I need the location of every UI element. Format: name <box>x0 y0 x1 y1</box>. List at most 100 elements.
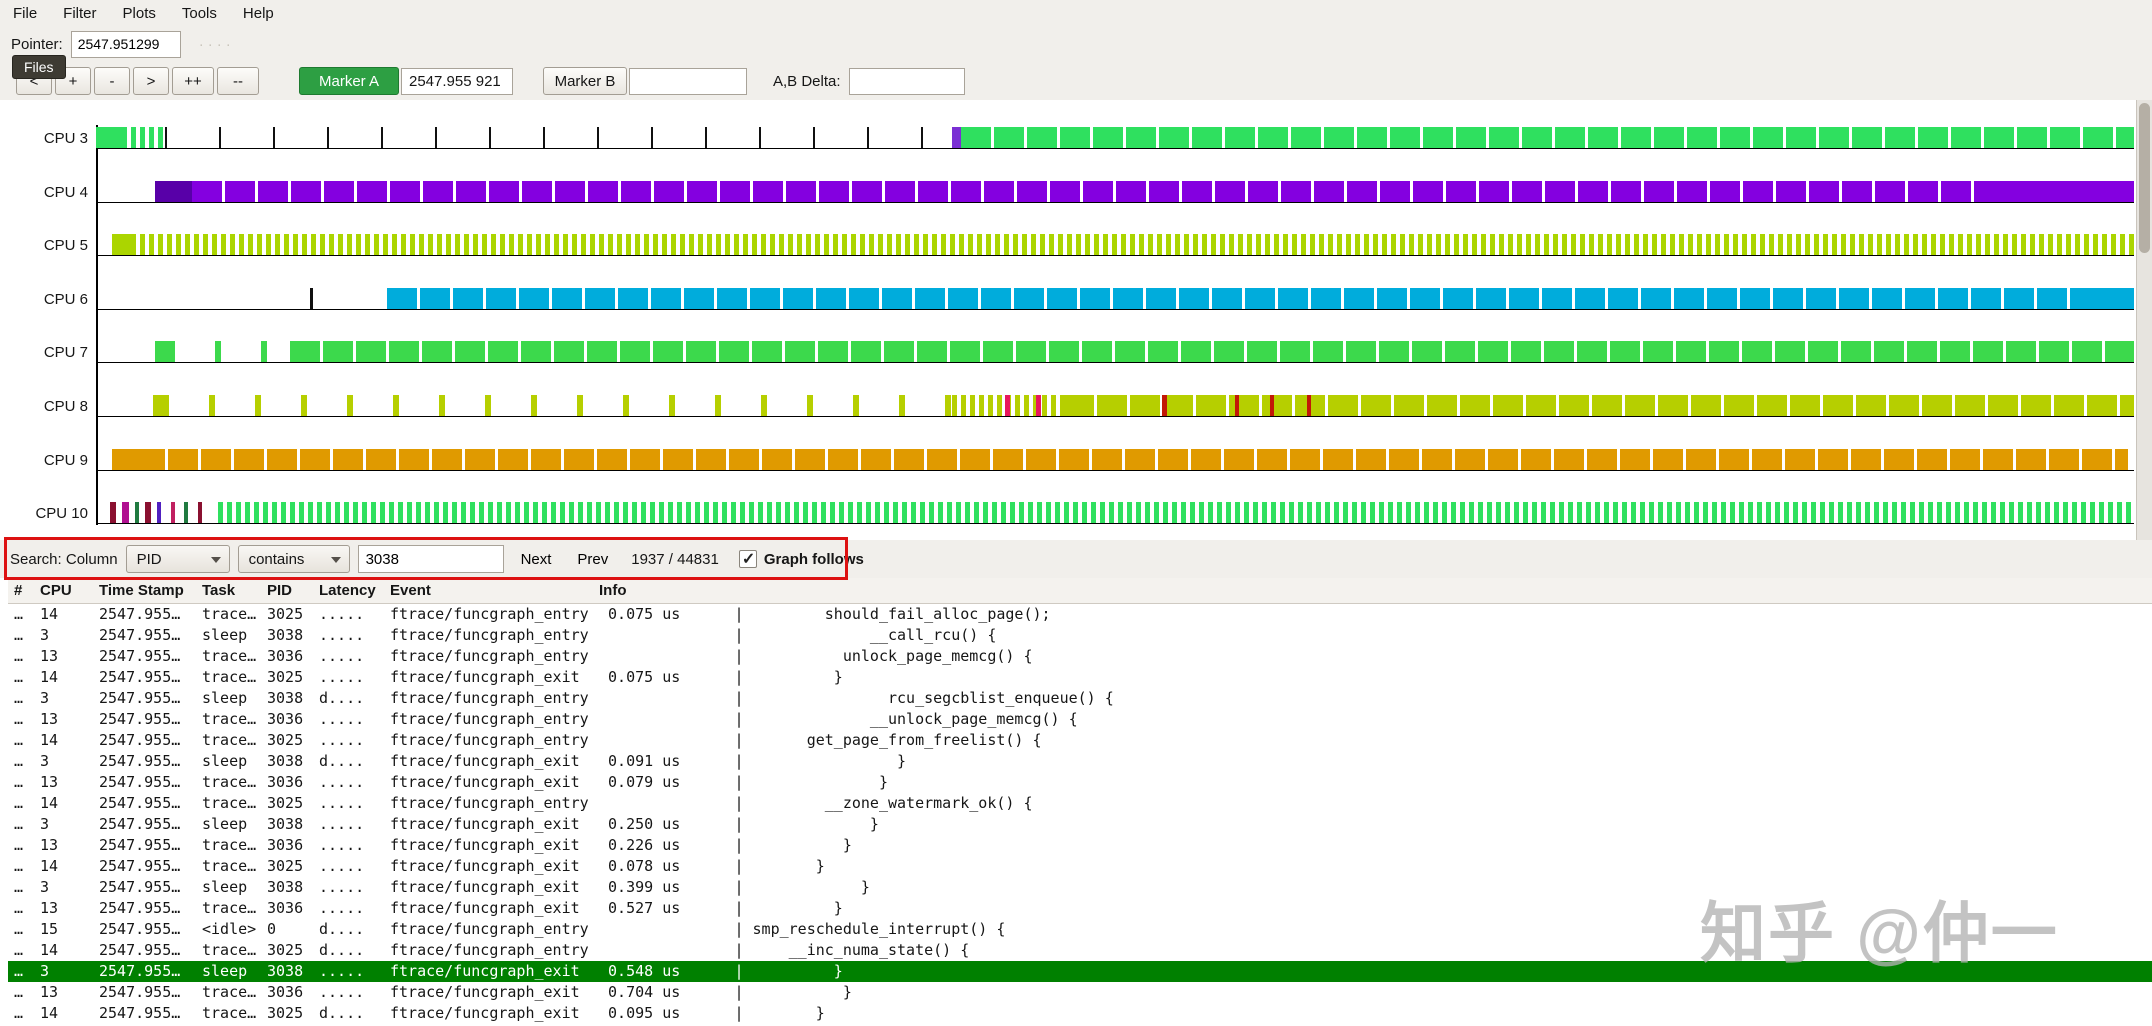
marker-b-button[interactable]: Marker B <box>543 67 627 95</box>
graph-follows-checkbox[interactable] <box>739 550 757 568</box>
graph-scrollbar-thumb[interactable] <box>2139 103 2150 253</box>
column-header-task[interactable]: Task <box>196 578 261 603</box>
pointer-label: Pointer: <box>11 36 63 53</box>
column-header-event[interactable]: Event <box>384 578 593 603</box>
toolbar: <+->++-- Marker A 2547.955 921 Marker B … <box>0 62 2152 100</box>
table-row[interactable]: …142547.955…trace…3025.....ftrace/funcgr… <box>8 856 2152 877</box>
column-header-pid[interactable]: PID <box>261 578 313 603</box>
menu-item-filter[interactable]: Filter <box>50 0 109 26</box>
cpu-bar-segment <box>2002 181 2134 202</box>
table-row[interactable]: …32547.955…sleep3038.....ftrace/funcgrap… <box>8 961 2152 982</box>
cell-cpu: 3 <box>34 688 93 709</box>
cell-event: ftrace/funcgraph_exit <box>384 961 593 982</box>
cell-pid: 3025 <box>261 730 313 751</box>
cpu-label: CPU 4 <box>0 183 88 203</box>
cell-task: trace… <box>196 898 261 919</box>
search-input[interactable] <box>358 545 504 573</box>
column-header-[interactable]: # <box>8 578 34 603</box>
cpu-track-cpu-6[interactable] <box>96 288 2134 309</box>
table-row[interactable]: …142547.955…trace…3025.....ftrace/funcgr… <box>8 793 2152 814</box>
cpu-bar-segment <box>952 127 961 148</box>
cpu-baseline <box>96 255 2134 256</box>
cell-timestamp: 2547.955… <box>93 898 196 919</box>
column-header-latency[interactable]: Latency <box>313 578 384 603</box>
table-row[interactable]: …32547.955…sleep3038.....ftrace/funcgrap… <box>8 877 2152 898</box>
cpu-graph[interactable]: CPU 3CPU 4CPU 5CPU 6CPU 7CPU 8CPU 9CPU 1… <box>0 100 2152 540</box>
cpu-bar-segment <box>131 234 2134 255</box>
cell-timestamp: 2547.955… <box>93 982 196 1003</box>
table-row[interactable]: …32547.955…sleep3038.....ftrace/funcgrap… <box>8 625 2152 646</box>
table-row[interactable]: …32547.955…sleep3038d....ftrace/funcgrap… <box>8 688 2152 709</box>
table-row[interactable]: …32547.955…sleep3038.....ftrace/funcgrap… <box>8 814 2152 835</box>
cell-info: 0.079 us | } <box>593 772 2152 793</box>
cell-latency: ..... <box>313 835 384 856</box>
column-header-cpu[interactable]: CPU <box>34 578 93 603</box>
menu-item-tools[interactable]: Tools <box>169 0 230 26</box>
cpu-bar-segment <box>135 502 139 523</box>
cpu-bar-segment <box>218 502 2134 523</box>
cpu-bar-segment <box>1270 395 1274 416</box>
table-row[interactable]: …32547.955…sleep3038d....ftrace/funcgrap… <box>8 751 2152 772</box>
graph-scrollbar[interactable] <box>2136 100 2152 540</box>
search-prev-button[interactable]: Prev <box>568 546 617 572</box>
marker-b-value[interactable] <box>629 68 747 95</box>
cpu-bar-segment <box>1064 395 2134 416</box>
menu-item-file[interactable]: File <box>0 0 50 26</box>
nav-button-4[interactable]: ++ <box>172 67 214 95</box>
table-row[interactable]: …152547.955…<idle>0d....ftrace/funcgraph… <box>8 919 2152 940</box>
cpu-bar-segment <box>1307 395 1311 416</box>
cpu-track-cpu-7[interactable] <box>96 341 2134 362</box>
table-row[interactable]: …142547.955…trace…3025.....ftrace/funcgr… <box>8 667 2152 688</box>
marker-a-value[interactable]: 2547.955 921 <box>401 68 513 95</box>
search-next-button[interactable]: Next <box>512 546 561 572</box>
cell-cpu: 3 <box>34 625 93 646</box>
cell-pid: 3036 <box>261 772 313 793</box>
cell-event: ftrace/funcgraph_exit <box>384 1003 593 1024</box>
cpu-bar-segment <box>163 395 952 416</box>
cell-event: ftrace/funcgraph_exit <box>384 835 593 856</box>
table-row[interactable]: …132547.955…trace…3036.....ftrace/funcgr… <box>8 646 2152 667</box>
nav-button-3[interactable]: > <box>133 67 169 95</box>
marker-a-button[interactable]: Marker A <box>299 67 399 95</box>
table-row[interactable]: …132547.955…trace…3036.....ftrace/funcgr… <box>8 835 2152 856</box>
pointer-row: Pointer: ···· <box>0 26 2152 62</box>
search-bar: Search: Column PID contains Next Prev 19… <box>0 540 2152 578</box>
cell-latency: ..... <box>313 856 384 877</box>
cell-num: … <box>8 688 34 709</box>
cell-event: ftrace/funcgraph_entry <box>384 730 593 751</box>
cell-num: … <box>8 646 34 667</box>
table-row[interactable]: …132547.955…trace…3036.....ftrace/funcgr… <box>8 982 2152 1003</box>
table-row[interactable]: …142547.955…trace…3025.....ftrace/funcgr… <box>8 730 2152 751</box>
cell-event: ftrace/funcgraph_exit <box>384 982 593 1003</box>
search-operator-dropdown[interactable]: contains <box>238 545 350 573</box>
cell-timestamp: 2547.955… <box>93 603 196 625</box>
table-row[interactable]: …132547.955…trace…3036.....ftrace/funcgr… <box>8 898 2152 919</box>
ab-delta-value[interactable] <box>849 68 965 95</box>
cpu-label: CPU 3 <box>0 129 88 149</box>
table-row[interactable]: …132547.955…trace…3036.....ftrace/funcgr… <box>8 772 2152 793</box>
nav-button-5[interactable]: -- <box>217 67 259 95</box>
column-header-info[interactable]: Info <box>593 578 2152 603</box>
cell-num: … <box>8 877 34 898</box>
table-row[interactable]: …142547.955…trace…3025d....ftrace/funcgr… <box>8 1003 2152 1024</box>
table-row[interactable]: …132547.955…trace…3036.....ftrace/funcgr… <box>8 709 2152 730</box>
table-row[interactable]: …142547.955…trace…3025d....ftrace/funcgr… <box>8 940 2152 961</box>
cpu-track-cpu-10[interactable] <box>96 502 2134 523</box>
cell-task: trace… <box>196 667 261 688</box>
cpu-track-cpu-3[interactable] <box>96 127 2134 148</box>
cpu-track-cpu-4[interactable] <box>96 181 2134 202</box>
menu-item-help[interactable]: Help <box>230 0 287 26</box>
menu-item-plots[interactable]: Plots <box>110 0 169 26</box>
cell-event: ftrace/funcgraph_entry <box>384 688 593 709</box>
cpu-track-cpu-8[interactable] <box>96 395 2134 416</box>
cell-event: ftrace/funcgraph_entry <box>384 603 593 625</box>
cell-timestamp: 2547.955… <box>93 646 196 667</box>
pointer-input[interactable] <box>71 31 181 58</box>
table-row[interactable]: …142547.955…trace…3025.....ftrace/funcgr… <box>8 603 2152 625</box>
nav-button-2[interactable]: - <box>94 67 130 95</box>
search-column-dropdown[interactable]: PID <box>126 545 230 573</box>
cpu-track-cpu-9[interactable] <box>96 449 2134 470</box>
cpu-track-cpu-5[interactable] <box>96 234 2134 255</box>
cell-latency: ..... <box>313 730 384 751</box>
column-header-timestamp[interactable]: Time Stamp <box>93 578 196 603</box>
